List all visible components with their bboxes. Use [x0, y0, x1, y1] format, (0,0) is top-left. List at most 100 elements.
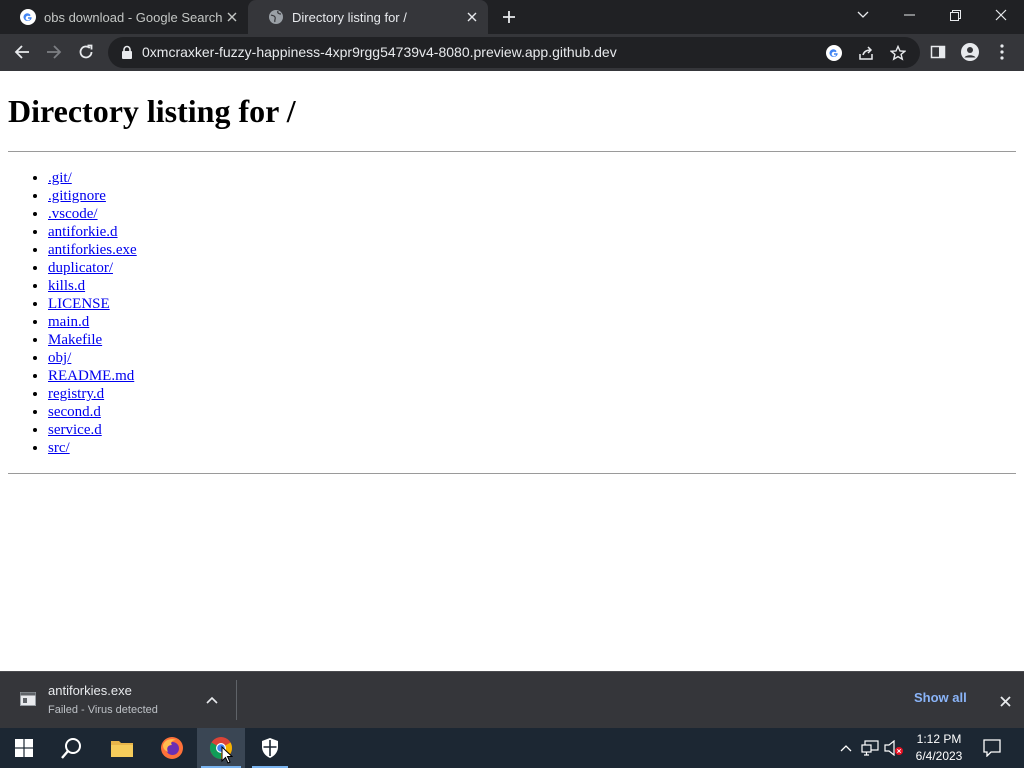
google-icon: [20, 9, 36, 25]
file-link[interactable]: .git/: [48, 170, 72, 186]
star-icon: [890, 45, 906, 61]
menu-button[interactable]: [988, 38, 1016, 66]
file-link[interactable]: .gitignore: [48, 188, 106, 204]
file-link[interactable]: obj/: [48, 350, 71, 366]
mouse-cursor-icon: [221, 746, 233, 764]
page-title: Directory listing for /: [8, 93, 296, 129]
file-link[interactable]: second.d: [48, 404, 101, 420]
url-text[interactable]: 0xmcraxker-fuzzy-happiness-4xpr9rgg54739…: [142, 44, 617, 60]
bookmark-button[interactable]: [888, 43, 908, 63]
google-icon: [826, 45, 842, 61]
network-icon: [861, 740, 879, 756]
shield-icon: [262, 738, 278, 758]
firefox-icon: [161, 737, 183, 759]
list-item: .gitignore: [48, 187, 137, 205]
side-panel-button[interactable]: [924, 38, 952, 66]
windows-security-button[interactable]: [246, 728, 294, 768]
close-window-button[interactable]: [978, 0, 1024, 30]
list-item: .vscode/: [48, 205, 137, 223]
tab-search-button[interactable]: [840, 0, 886, 30]
profile-icon: [961, 43, 979, 61]
download-item[interactable]: antiforkies.exe Failed - Virus detected: [0, 672, 236, 728]
volume-muted-icon: [884, 740, 903, 756]
browser-toolbar: 0xmcraxker-fuzzy-happiness-4xpr9rgg54739…: [0, 34, 1024, 71]
download-shelf: antiforkies.exe Failed - Virus detected …: [0, 671, 1024, 728]
file-explorer-button[interactable]: [98, 728, 146, 768]
download-file-name: antiforkies.exe: [48, 683, 132, 698]
close-icon: [999, 695, 1011, 707]
clock-date: 6/4/2023: [915, 749, 963, 763]
file-link[interactable]: duplicator/: [48, 260, 113, 276]
share-button[interactable]: [856, 43, 876, 63]
tab-directory-listing[interactable]: Directory listing for /: [248, 0, 488, 34]
file-link[interactable]: antiforkies.exe: [48, 242, 137, 258]
close-icon: [995, 9, 1007, 21]
reload-button[interactable]: [72, 38, 100, 66]
file-link[interactable]: registry.d: [48, 386, 104, 402]
list-item: duplicator/: [48, 259, 137, 277]
arrow-right-icon: [47, 45, 62, 59]
executable-file-icon: [20, 692, 36, 706]
address-bar[interactable]: 0xmcraxker-fuzzy-happiness-4xpr9rgg54739…: [108, 37, 920, 68]
file-link[interactable]: Makefile: [48, 332, 102, 348]
side-panel-icon: [930, 45, 946, 59]
tab-title: obs download - Google Search: [44, 9, 222, 25]
file-link[interactable]: README.md: [48, 368, 134, 384]
file-link[interactable]: antiforkie.d: [48, 224, 118, 240]
lock-icon[interactable]: [120, 45, 134, 59]
bottom-divider: [8, 473, 1016, 474]
show-all-button[interactable]: Show all: [914, 690, 967, 705]
close-tab-icon[interactable]: [222, 7, 242, 27]
list-item: service.d: [48, 421, 137, 439]
back-button[interactable]: [8, 38, 36, 66]
close-shelf-button[interactable]: [994, 690, 1016, 712]
shelf-divider: [236, 680, 237, 720]
google-lens-button[interactable]: [824, 43, 844, 63]
list-item: obj/: [48, 349, 137, 367]
forward-button[interactable]: [40, 38, 68, 66]
tab-strip: obs download - Google Search Directory l…: [0, 0, 1024, 34]
new-tab-button[interactable]: [498, 6, 520, 28]
reload-icon: [79, 44, 93, 59]
minimize-icon: [903, 14, 915, 16]
tab-title: Directory listing for /: [292, 9, 407, 25]
file-link[interactable]: .vscode/: [48, 206, 98, 222]
list-item: antiforkie.d: [48, 223, 137, 241]
list-item: src/: [48, 439, 137, 457]
close-tab-icon[interactable]: [462, 7, 482, 27]
network-button[interactable]: [860, 738, 880, 758]
list-item: antiforkies.exe: [48, 241, 137, 259]
profile-button[interactable]: [956, 38, 984, 66]
file-link[interactable]: main.d: [48, 314, 89, 330]
search-icon: [61, 738, 81, 759]
folder-icon: [111, 741, 133, 757]
start-button[interactable]: [0, 728, 48, 768]
notification-icon: [983, 739, 1001, 757]
tab-google-search[interactable]: obs download - Google Search: [0, 0, 248, 34]
list-item: kills.d: [48, 277, 137, 295]
clock[interactable]: 1:12 PM 6/4/2023: [906, 731, 972, 765]
restore-icon: [949, 9, 961, 21]
globe-icon: [269, 10, 283, 24]
taskbar: 1:12 PM 6/4/2023: [0, 728, 1024, 768]
volume-button[interactable]: [884, 738, 904, 758]
file-link[interactable]: kills.d: [48, 278, 85, 294]
show-hidden-icons-button[interactable]: [836, 738, 856, 758]
minimize-button[interactable]: [886, 0, 932, 30]
top-divider: [8, 151, 1016, 152]
file-link[interactable]: service.d: [48, 422, 102, 438]
list-item: Makefile: [48, 331, 137, 349]
share-icon: [859, 46, 873, 60]
file-link[interactable]: LICENSE: [48, 296, 110, 312]
firefox-button[interactable]: [148, 728, 196, 768]
restore-button[interactable]: [932, 0, 978, 30]
chrome-button[interactable]: [197, 728, 245, 768]
page-content: Directory listing for / .git/ .gitignore…: [0, 71, 1024, 671]
chevron-up-icon[interactable]: [204, 692, 220, 708]
more-vertical-icon: [1000, 44, 1004, 60]
file-link[interactable]: src/: [48, 440, 70, 456]
notifications-button[interactable]: [982, 738, 1002, 758]
search-button[interactable]: [48, 728, 96, 768]
list-item: second.d: [48, 403, 137, 421]
list-item: LICENSE: [48, 295, 137, 313]
